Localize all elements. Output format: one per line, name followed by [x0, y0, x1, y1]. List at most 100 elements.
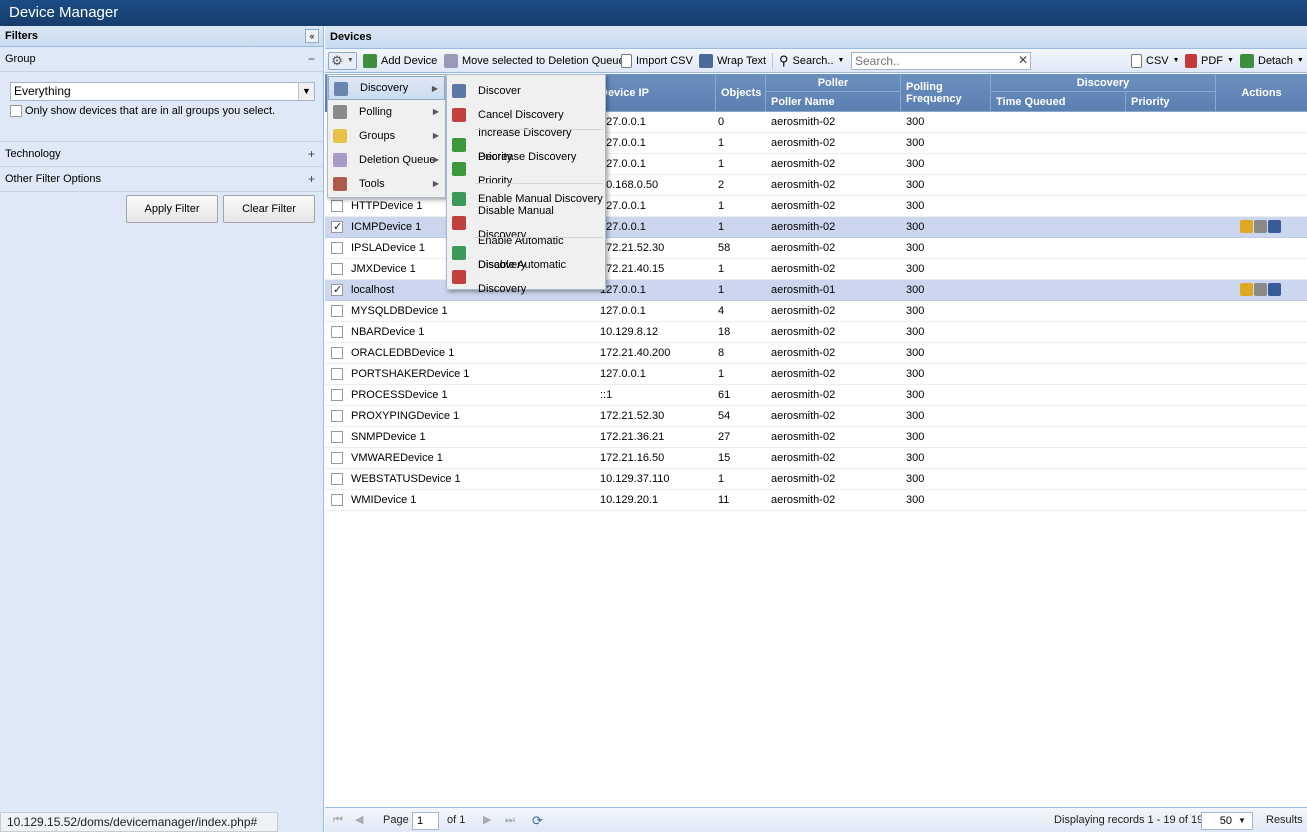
objects-cell: 8: [718, 347, 725, 359]
detach-button[interactable]: Detach ▼: [1240, 52, 1304, 70]
row-checkbox[interactable]: [331, 220, 343, 233]
clear-search-icon[interactable]: ✕: [1015, 52, 1031, 70]
menu-item-discovery[interactable]: Discovery ▶: [328, 76, 445, 100]
objects-cell: 1: [718, 137, 725, 149]
row-checkbox[interactable]: [331, 452, 343, 464]
edit-icon[interactable]: [1240, 283, 1253, 296]
table-row[interactable]: PORTSHAKERDevice 1 127.0.0.1 1 aerosmith-02…: [325, 364, 1307, 385]
technology-section-header[interactable]: Technology +: [0, 142, 323, 167]
edit-icon[interactable]: [1240, 220, 1253, 233]
row-checkbox[interactable]: [331, 263, 343, 275]
col-time-queued[interactable]: Time Queued: [991, 92, 1126, 112]
add-device-button[interactable]: Add Device: [363, 52, 437, 70]
col-objects[interactable]: Objects: [716, 74, 766, 112]
table-row[interactable]: PROCESSDevice 1::1 61 aerosmith-02 300: [325, 385, 1307, 406]
filters-header: Filters «: [0, 26, 323, 47]
row-checkbox[interactable]: [331, 473, 343, 485]
pdf-export-button[interactable]: PDF ▼: [1185, 52, 1234, 70]
col-poller-name[interactable]: Poller Name: [766, 92, 901, 112]
wrap-text-icon: [699, 54, 713, 68]
apply-filter-button[interactable]: Apply Filter: [126, 195, 218, 223]
submenu-item-decrease-discovery-priority[interactable]: Decrease Discovery Priority: [447, 151, 605, 187]
submenu-item-disable-automatic-discovery[interactable]: Disable Automatic Discovery: [447, 259, 605, 295]
objects-cell: 11: [718, 494, 730, 506]
row-checkbox[interactable]: [331, 326, 343, 338]
csv-export-button[interactable]: CSV ▼: [1131, 52, 1180, 70]
row-checkbox[interactable]: [331, 283, 343, 296]
submenu-arrow-icon: ▶: [431, 84, 438, 93]
refresh-icon[interactable]: ⟳: [532, 808, 543, 832]
objects-cell: 1: [718, 200, 725, 212]
search-input[interactable]: [851, 52, 1031, 70]
paging-toolbar: ⏮ ◀ Page 1 of 1 ▶ ⏭ ⟳ Displaying records…: [325, 807, 1307, 832]
col-device-ip[interactable]: Device IP: [595, 74, 716, 112]
objects-cell: 15: [718, 452, 731, 464]
row-checkbox[interactable]: [331, 431, 343, 443]
row-checkbox[interactable]: [331, 347, 343, 359]
menu-item-groups[interactable]: Groups ▶: [328, 124, 445, 148]
enable-auto-icon: [452, 246, 466, 260]
poller-name-cell: aerosmith-02: [771, 242, 836, 254]
group-select[interactable]: Everything ▼: [10, 82, 315, 101]
table-row[interactable]: WEBSTATUSDevice 1 10.129.37.110 1 aerosmith…: [325, 469, 1307, 490]
expand-plus-icon[interactable]: +: [308, 167, 315, 191]
collapse-minus-icon[interactable]: −: [308, 47, 315, 71]
objects-cell: 1: [718, 263, 725, 275]
row-checkbox[interactable]: [331, 200, 343, 212]
table-row[interactable]: SNMPDevice 1 172.21.36.21 27 aerosmith-02 30…: [325, 427, 1307, 448]
row-checkbox[interactable]: [331, 389, 343, 401]
menu-item-tools[interactable]: Tools ▶: [328, 172, 445, 196]
page-input[interactable]: 1: [412, 812, 439, 830]
poller-name-cell: aerosmith-02: [771, 221, 836, 233]
device-ip-cell: 127.0.0.1: [600, 284, 646, 296]
other-filter-section-header[interactable]: Other Filter Options +: [0, 167, 323, 192]
table-row[interactable]: WMIDevice 1 10.129.20.1 11 aerosmith-02 300: [325, 490, 1307, 511]
submenu-item-discover[interactable]: Discover: [447, 79, 605, 103]
document-icon: [621, 54, 632, 68]
objects-cell: 18: [718, 326, 731, 338]
search-menu-button[interactable]: ⚲ Search.. ▼: [779, 52, 844, 70]
wrench-icon[interactable]: [1254, 283, 1267, 296]
prev-page-icon[interactable]: ◀: [355, 808, 363, 832]
menu-item-deletion-queue[interactable]: Deletion Queue ▶: [328, 148, 445, 172]
move-deletion-button[interactable]: Move selected to Deletion Queue: [444, 52, 625, 70]
chevron-down-icon[interactable]: ▼: [1238, 808, 1246, 832]
only-show-checkbox[interactable]: [10, 105, 22, 117]
device-name-cell: WMIDevice 1: [351, 494, 417, 506]
clear-filter-button[interactable]: Clear Filter: [223, 195, 315, 223]
table-row[interactable]: MYSQLDBDevice 1 127.0.0.1 4 aerosmith-02 300: [325, 301, 1307, 322]
table-row[interactable]: PROXYPINGDevice 1 172.21.52.30 54 aerosmith…: [325, 406, 1307, 427]
wrap-text-button[interactable]: Wrap Text: [699, 52, 766, 70]
import-csv-button[interactable]: Import CSV: [621, 52, 693, 70]
next-page-icon[interactable]: ▶: [483, 808, 491, 832]
table-row[interactable]: VMWAREDevice 1 172.21.16.50 15 aerosmith-02…: [325, 448, 1307, 469]
dropdown-arrow-icon[interactable]: ▼: [298, 83, 314, 100]
details-icon[interactable]: [1268, 220, 1281, 233]
device-ip-cell: 172.21.40.15: [600, 263, 665, 275]
only-show-row[interactable]: Only show devices that are in all groups…: [10, 105, 275, 117]
device-ip-cell: 172.21.52.30: [600, 242, 665, 254]
row-checkbox[interactable]: [331, 494, 343, 506]
page-of-label: of 1: [447, 814, 466, 826]
row-checkbox[interactable]: [331, 368, 343, 380]
details-icon[interactable]: [1268, 283, 1281, 296]
last-page-icon[interactable]: ⏭: [505, 808, 515, 832]
table-row[interactable]: ORACLEDBDevice 1 172.21.40.200 8 aerosmith-…: [325, 343, 1307, 364]
first-page-icon[interactable]: ⏮: [333, 808, 343, 832]
wrench-icon[interactable]: [1254, 220, 1267, 233]
row-checkbox[interactable]: [331, 410, 343, 422]
pdf-icon: [1185, 54, 1197, 68]
gear-menu-button[interactable]: ⚙ ▼: [328, 52, 357, 70]
enable-manual-icon: [452, 192, 466, 206]
col-polling-frequency[interactable]: Polling Frequency: [901, 74, 991, 112]
row-checkbox[interactable]: [331, 242, 343, 254]
table-row[interactable]: NBARDevice 1 10.129.8.12 18 aerosmith-02 300: [325, 322, 1307, 343]
app-title: Device Manager: [0, 0, 1307, 26]
expand-plus-icon[interactable]: +: [308, 142, 315, 166]
menu-item-polling[interactable]: Polling ▶: [328, 100, 445, 124]
group-section-header[interactable]: Group −: [0, 47, 323, 72]
menu-item-label: Groups: [359, 130, 396, 142]
row-checkbox[interactable]: [331, 305, 343, 317]
col-priority[interactable]: Priority: [1126, 92, 1216, 112]
collapse-panel-icon[interactable]: «: [305, 29, 319, 43]
